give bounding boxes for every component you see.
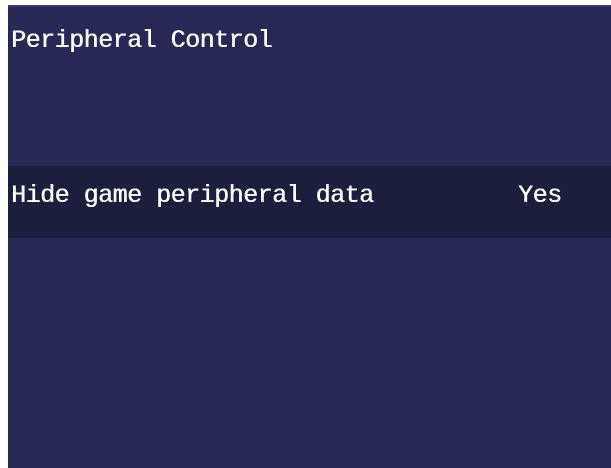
menu-option-hide-peripheral-data[interactable]: Hide game peripheral data Yes xyxy=(8,166,611,238)
option-value[interactable]: Yes xyxy=(518,181,562,210)
window-border xyxy=(0,0,8,468)
screen-top-edge xyxy=(8,5,611,7)
option-label: Hide game peripheral data xyxy=(11,181,374,210)
menu-title: Peripheral Control xyxy=(11,26,273,55)
menu-screen: Peripheral Control Hide game peripheral … xyxy=(8,5,611,468)
